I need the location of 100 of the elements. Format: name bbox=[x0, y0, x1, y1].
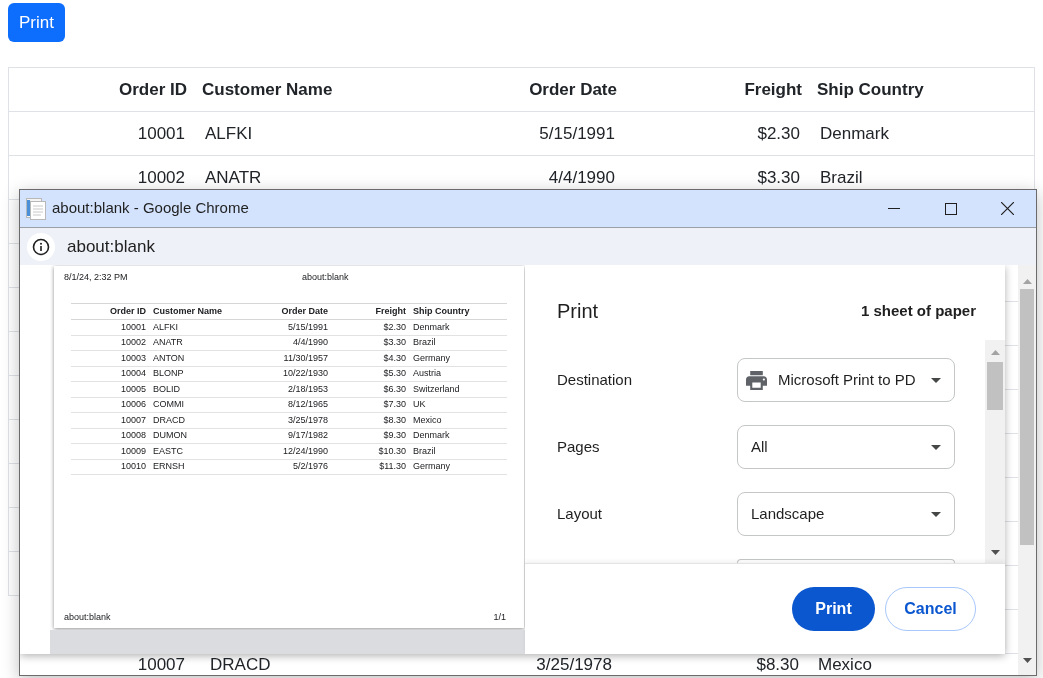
table-cell-text: ANTON bbox=[152, 352, 186, 364]
table-cell-text: 10010 bbox=[119, 461, 147, 473]
select-field[interactable]: Landscape bbox=[737, 492, 955, 536]
arrow-up-icon[interactable] bbox=[1022, 279, 1032, 284]
table-cell-text: DRACD bbox=[209, 654, 272, 675]
table-cell-text: 10003 bbox=[119, 352, 147, 364]
table-cell-text: Brazil bbox=[412, 445, 437, 457]
address-field[interactable]: about:blank bbox=[67, 233, 155, 260]
table-cell-text: ALFKI bbox=[152, 321, 179, 333]
arrow-down-icon[interactable] bbox=[990, 550, 1000, 555]
page-icon bbox=[26, 197, 46, 220]
close-icon bbox=[1001, 202, 1014, 215]
window-title: about:blank - Google Chrome bbox=[52, 198, 249, 219]
column-header: Order Date bbox=[280, 306, 329, 317]
table-cell-text: Denmark bbox=[412, 430, 451, 442]
select-field[interactable]: Microsoft Print to PD bbox=[737, 358, 955, 402]
caret-icon bbox=[931, 377, 941, 383]
setting-label: Layout bbox=[557, 503, 603, 524]
table-cell-text: Germany bbox=[412, 461, 451, 473]
table-cell-text: 10/22/1930 bbox=[281, 368, 329, 380]
printer-icon bbox=[746, 370, 767, 390]
table-cell-text: Germany bbox=[412, 352, 451, 364]
table-cell-text: ALFKI bbox=[204, 122, 254, 145]
table-cell-text: Austria bbox=[412, 368, 442, 380]
caret-icon bbox=[931, 444, 941, 450]
dialog-title: Print bbox=[557, 299, 599, 323]
arrow-up-icon[interactable] bbox=[990, 350, 1000, 355]
table-cell-text: 10001 bbox=[119, 321, 147, 333]
column-header: Order Date bbox=[528, 78, 618, 101]
page-number: 1/1 bbox=[493, 612, 507, 623]
table-cell-text: $2.30 bbox=[756, 122, 801, 145]
column-header: Customer Name bbox=[201, 78, 334, 101]
table-cell-text: 10005 bbox=[119, 383, 147, 395]
maximize-icon bbox=[944, 202, 957, 215]
table-cell-text: $3.30 bbox=[756, 166, 801, 189]
table-cell-text: Brazil bbox=[412, 337, 437, 349]
select-field[interactable]: All bbox=[737, 425, 955, 469]
table-cell-text: $11.30 bbox=[378, 461, 407, 473]
table-cell-text: 2/18/1953 bbox=[286, 383, 329, 395]
scrollbar[interactable] bbox=[985, 340, 1005, 563]
table-cell-text: 10001 bbox=[136, 122, 186, 145]
column-header: Customer Name bbox=[152, 306, 224, 317]
table-cell-text: 3/25/1978 bbox=[535, 654, 613, 675]
table-cell-text: Mexico bbox=[817, 654, 873, 675]
column-header: Ship Country bbox=[816, 78, 925, 101]
table-cell-text: DUMON bbox=[152, 430, 188, 442]
table-cell-text: 10007 bbox=[136, 654, 186, 675]
column-header: Order ID bbox=[117, 78, 188, 101]
table-cell-text: 5/2/1976 bbox=[291, 461, 329, 473]
table-cell-text: BOLID bbox=[152, 383, 181, 395]
table-cell-text: $3.30 bbox=[382, 337, 407, 349]
table-cell-text: $5.30 bbox=[382, 368, 407, 380]
table-cell-text: $10.30 bbox=[377, 445, 407, 457]
scrollbar-thumb[interactable] bbox=[1020, 289, 1034, 545]
table-cell-text: 10004 bbox=[119, 368, 147, 380]
table-cell-text: $8.30 bbox=[755, 654, 800, 675]
table-cell-text: 10007 bbox=[119, 414, 147, 426]
table-cell-text: 12/24/1990 bbox=[281, 445, 329, 457]
cancel-button[interactable]: Cancel bbox=[885, 587, 976, 631]
table-cell-text: 3/25/1978 bbox=[286, 414, 329, 426]
table-cell-text: 8/12/1965 bbox=[286, 399, 329, 411]
table-cell-text: ANATR bbox=[204, 166, 263, 189]
table-cell-text: ERNSH bbox=[152, 461, 186, 473]
table-cell-text: 10002 bbox=[119, 337, 147, 349]
table-cell-text: $6.30 bbox=[382, 383, 407, 395]
table-cell-text: Denmark bbox=[819, 122, 890, 145]
table-cell-text: 4/4/1990 bbox=[547, 166, 616, 189]
table-cell-text: 10008 bbox=[119, 430, 147, 442]
scrollbar-thumb[interactable] bbox=[987, 362, 1003, 410]
table-cell-text: $7.30 bbox=[382, 399, 407, 411]
table-cell-text: ANATR bbox=[152, 337, 184, 349]
arrow-down-icon[interactable] bbox=[1022, 658, 1032, 663]
footer-text: about:blank bbox=[64, 612, 111, 623]
table-cell-text: $2.30 bbox=[382, 321, 407, 333]
table-cell-text: 11/30/1957 bbox=[282, 352, 329, 364]
print-button[interactable]: Print bbox=[8, 3, 65, 42]
column-header: Order ID bbox=[109, 306, 147, 317]
setting-label: Pages bbox=[557, 436, 600, 457]
table-cell-text: EASTC bbox=[152, 445, 184, 457]
table-cell-text: 10009 bbox=[119, 445, 147, 457]
table-cell-text: DRACD bbox=[152, 414, 186, 426]
table-cell-text: $4.30 bbox=[382, 352, 407, 364]
table-cell-text: 5/15/1991 bbox=[286, 321, 329, 333]
column-header: Freight bbox=[374, 306, 407, 317]
table-cell-text: Switzerland bbox=[412, 383, 461, 395]
table-cell-text: 4/4/1990 bbox=[291, 337, 329, 349]
header-text: about:blank bbox=[302, 272, 349, 283]
sheet-count: 1 sheet of paper bbox=[860, 301, 976, 321]
header-text: 8/1/24, 2:32 PM bbox=[64, 272, 129, 283]
column-header: Freight bbox=[743, 78, 803, 101]
print-button[interactable]: Print bbox=[792, 587, 875, 631]
table-cell-text: COMMI bbox=[152, 399, 185, 411]
table-cell-text: 9/17/1982 bbox=[286, 430, 329, 442]
column-header: Ship Country bbox=[412, 306, 471, 317]
table-cell-text: 10006 bbox=[119, 399, 147, 411]
scrollbar[interactable] bbox=[1018, 265, 1036, 675]
minimize-icon bbox=[887, 208, 900, 209]
table-cell-text: $9.30 bbox=[382, 430, 407, 442]
setting-label: Destination bbox=[557, 369, 633, 390]
info-icon[interactable] bbox=[27, 232, 55, 261]
